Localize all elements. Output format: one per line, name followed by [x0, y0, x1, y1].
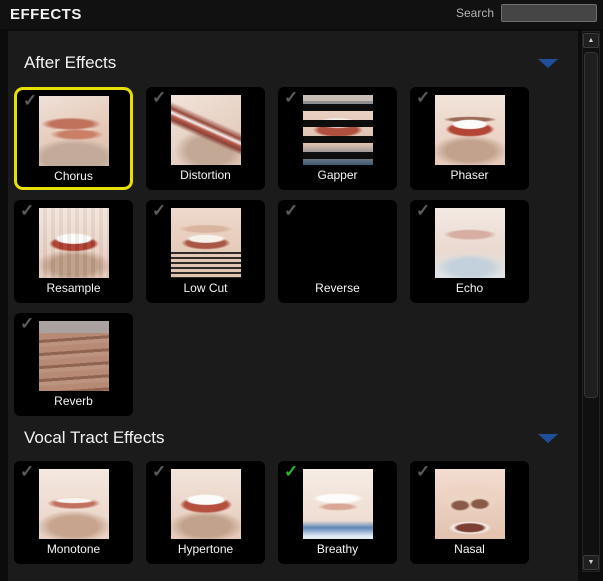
effect-tile-hypertone[interactable]: ✓ Hypertone: [146, 461, 265, 564]
check-icon: ✓: [20, 462, 34, 482]
check-icon: ✓: [416, 462, 430, 482]
effect-tile-phaser[interactable]: ✓ Phaser: [410, 87, 529, 190]
search-label: Search: [456, 6, 494, 20]
effect-label: Hypertone: [178, 542, 233, 556]
title-bar: EFFECTS Search: [0, 0, 603, 29]
effect-tile-nasal[interactable]: ✓ Nasal: [410, 461, 529, 564]
effect-thumbnail: [171, 95, 241, 165]
check-icon: ✓: [416, 88, 430, 108]
check-icon: ✓: [152, 201, 166, 221]
effect-label: Breathy: [317, 542, 358, 556]
effect-thumbnail: [435, 469, 505, 539]
effect-thumbnail: [39, 321, 109, 391]
check-icon: ✓: [20, 201, 34, 221]
effect-label: Reverse: [315, 281, 360, 295]
effect-tile-chorus[interactable]: ✓ Chorus: [14, 87, 133, 190]
effects-panel: After Effects ✓Chorus✓Distortion✓Gapper✓…: [8, 31, 578, 581]
effect-tile-breathy[interactable]: ✓ Breathy: [278, 461, 397, 564]
check-icon: ✓: [284, 88, 298, 108]
effect-thumbnail: [39, 96, 109, 166]
effect-thumbnail: [303, 469, 373, 539]
page-title: EFFECTS: [10, 6, 82, 23]
effect-thumbnail: [39, 208, 109, 278]
effect-label: Phaser: [450, 168, 488, 182]
effect-label: Monotone: [47, 542, 100, 556]
check-icon: ✓: [23, 91, 37, 111]
check-icon: ✓: [284, 462, 298, 482]
effect-tile-gapper[interactable]: ✓ Gapper: [278, 87, 397, 190]
effect-thumbnail: [303, 208, 373, 278]
effect-tile-monotone[interactable]: ✓ Monotone: [14, 461, 133, 564]
effect-thumbnail: [435, 208, 505, 278]
search-area: Search: [456, 4, 597, 22]
effect-thumbnail: [435, 95, 505, 165]
effect-label: Chorus: [54, 169, 93, 183]
collapse-chevron-down-icon[interactable]: [538, 434, 558, 443]
vocal-tract-effects-grid: ✓ Monotone ✓ Hypertone ✓ Breathy ✓ Nasal: [8, 461, 578, 564]
effect-label: Gapper: [317, 168, 357, 182]
effect-label: Echo: [456, 281, 483, 295]
effect-thumbnail: [171, 469, 241, 539]
effect-label: Nasal: [454, 542, 485, 556]
search-input[interactable]: [501, 4, 597, 22]
effect-tile-reverse[interactable]: ✓ Reverse: [278, 200, 397, 303]
scroll-up-icon[interactable]: ▲: [583, 33, 599, 48]
check-icon: ✓: [284, 201, 298, 221]
scroll-down-icon[interactable]: ▼: [583, 555, 599, 570]
check-icon: ✓: [152, 462, 166, 482]
check-icon: ✓: [152, 88, 166, 108]
effect-tile-low-cut[interactable]: ✓ Low Cut: [146, 200, 265, 303]
section-header-after-effects: After Effects: [8, 53, 578, 73]
effect-label: Low Cut: [183, 281, 227, 295]
effect-tile-distortion[interactable]: ✓ Distortion: [146, 87, 265, 190]
after-effects-grid: ✓ Chorus ✓ Distortion ✓ Gapper ✓ Phaser ✓ Resampl…: [8, 87, 578, 416]
effect-label: Reverb: [54, 394, 93, 408]
collapse-chevron-down-icon[interactable]: [538, 59, 558, 68]
effect-thumbnail: [171, 208, 241, 278]
scrollbar-thumb[interactable]: [584, 52, 598, 398]
effect-tile-reverb[interactable]: ✓ Reverb: [14, 313, 133, 416]
effect-thumbnail: [39, 469, 109, 539]
scrollbar[interactable]: ▲ ▼: [582, 31, 600, 572]
check-icon: ✓: [20, 314, 34, 334]
effect-label: Distortion: [180, 168, 231, 182]
effect-tile-echo[interactable]: ✓ Echo: [410, 200, 529, 303]
effect-thumbnail: [303, 95, 373, 165]
effect-tile-resample[interactable]: ✓ Resample: [14, 200, 133, 303]
check-icon: ✓: [416, 201, 430, 221]
effect-label: Resample: [46, 281, 100, 295]
section-header-vocal-tract-effects: Vocal Tract Effects: [8, 428, 578, 448]
section-title: After Effects: [24, 53, 116, 73]
section-title: Vocal Tract Effects: [24, 428, 164, 448]
